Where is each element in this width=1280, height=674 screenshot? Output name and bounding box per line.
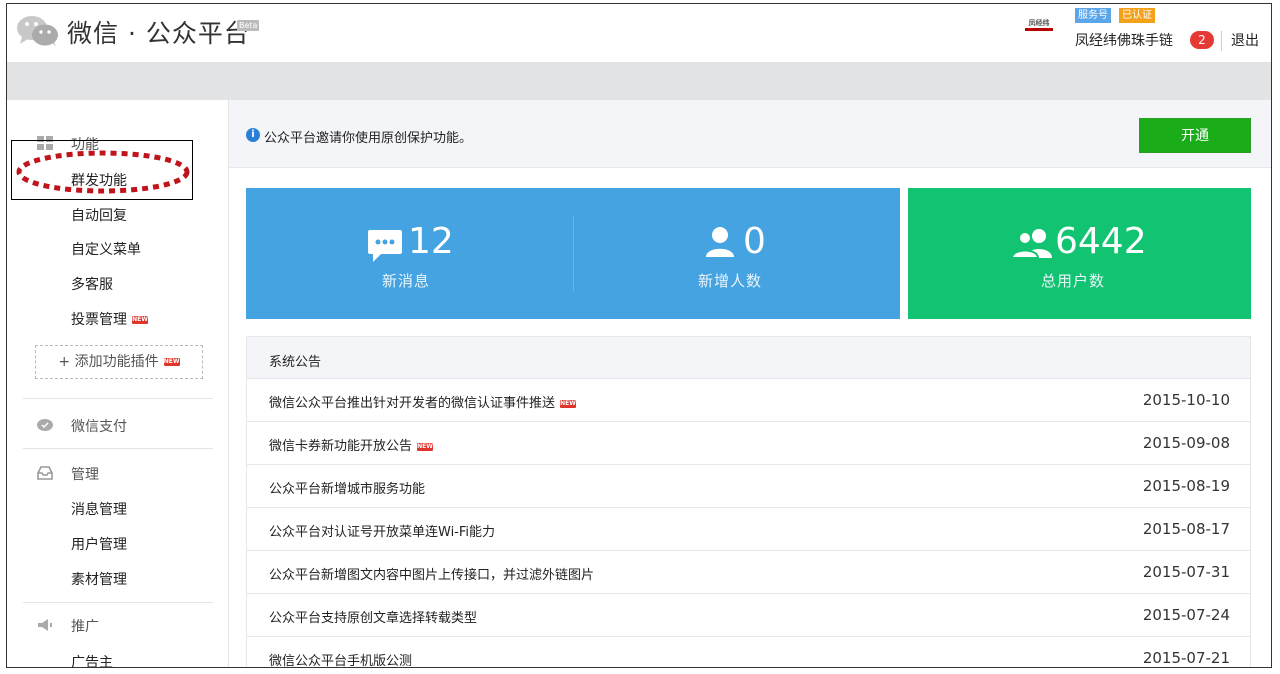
announcements-list: 微信公众平台推出针对开发者的微信认证事件推送 NEW 2015-10-10 微信卡券新… (247, 379, 1250, 667)
announcement-title[interactable]: 公众平台支持原创文章选择转载类型 (269, 607, 477, 626)
top-header: 微信 · 公众平台 Beta 凤经纬 服务号 已认证 凤经纬佛珠手链 2 退出 (7, 4, 1271, 62)
sidebar-item-users[interactable]: 用户管理 (71, 534, 127, 554)
stats-panel-green: 6442 总用户数 (908, 188, 1251, 319)
sidebar-divider (23, 398, 213, 399)
notification-count[interactable]: 2 (1190, 31, 1214, 49)
info-icon: i (246, 128, 260, 142)
announcement-row[interactable]: 公众平台新增图文内容中图片上传接口，并过滤外链图片 2015-07-31 (247, 551, 1250, 594)
wechat-logo-icon (17, 16, 58, 47)
app-window: 微信 · 公众平台 Beta 凤经纬 服务号 已认证 凤经纬佛珠手链 2 退出 … (6, 3, 1272, 668)
new-users-count[interactable]: 0 (743, 221, 766, 262)
announcement-row[interactable]: 公众平台新增城市服务功能 2015-08-19 (247, 465, 1250, 508)
logout-link[interactable]: 退出 (1231, 30, 1259, 50)
sidebar-item-auto-reply[interactable]: 自动回复 (71, 205, 127, 225)
announcement-row[interactable]: 公众平台对认证号开放菜单连Wi-Fi能力 2015-08-17 (247, 508, 1250, 551)
service-account-badge: 服务号 (1075, 8, 1111, 23)
announcement-title[interactable]: 公众平台新增图文内容中图片上传接口，并过滤外链图片 (269, 564, 594, 583)
user-icon (706, 227, 734, 257)
announcement-date: 2015-07-21 (1142, 649, 1230, 667)
users-group-icon (1012, 229, 1052, 258)
new-messages-count[interactable]: 12 (408, 221, 454, 262)
new-messages-label: 新消息 (382, 272, 431, 290)
gray-banner-bar (7, 62, 1271, 100)
verified-badge: 已认证 (1119, 8, 1155, 23)
new-users-label: 新增人数 (698, 272, 763, 290)
invite-banner: i 公众平台邀请你使用原创保护功能。 开通 (229, 100, 1271, 168)
chat-bubble-icon (37, 419, 53, 431)
announcement-date: 2015-08-19 (1142, 477, 1230, 495)
inbox-icon (37, 466, 53, 480)
account-logo: 凤经纬 (1025, 19, 1053, 31)
announcements-title: 系统公告 (247, 337, 1250, 379)
announcement-title[interactable]: 微信公众平台推出针对开发者的微信认证事件推送 NEW (269, 392, 577, 411)
announcements-panel: 系统公告 微信公众平台推出针对开发者的微信认证事件推送 NEW 2015-10-10… (246, 336, 1251, 667)
highlight-ellipse-annotation (16, 150, 190, 194)
sidebar-item-multi-service[interactable]: 多客服 (71, 274, 113, 294)
announcement-title[interactable]: 微信卡券新功能开放公告 NEW (269, 435, 434, 454)
sidebar-item-advertiser[interactable]: 广告主 (71, 652, 113, 667)
announcement-row[interactable]: 微信卡券新功能开放公告 NEW 2015-09-08 (247, 422, 1250, 465)
stats-divider (573, 216, 574, 291)
announcement-date: 2015-07-31 (1142, 563, 1230, 581)
announcement-row[interactable]: 微信公众平台手机版公测 2015-07-21 (247, 637, 1250, 667)
add-plugin-button[interactable]: + 添加功能插件 NEW (35, 345, 203, 379)
stats-panel-blue: 12 新消息 0 新增人数 (246, 188, 900, 319)
new-tag: NEW (560, 399, 577, 408)
sidebar-item-vote[interactable]: 投票管理 NEW (71, 309, 148, 329)
sidebar-item-custom-menu[interactable]: 自定义菜单 (71, 239, 141, 259)
new-tag: NEW (132, 316, 148, 324)
megaphone-icon (38, 619, 52, 631)
total-users-label: 总用户数 (1041, 272, 1106, 290)
sidebar-item-messages[interactable]: 消息管理 (71, 499, 127, 519)
account-name[interactable]: 凤经纬佛珠手链 (1075, 30, 1173, 50)
new-tag: NEW (163, 358, 180, 366)
message-icon (368, 230, 402, 262)
total-users-count[interactable]: 6442 (1055, 221, 1147, 262)
new-tag: NEW (417, 442, 434, 451)
header-divider (1221, 31, 1222, 51)
app-title[interactable]: 微信 · 公众平台 (67, 14, 250, 50)
enable-button[interactable]: 开通 (1139, 118, 1251, 153)
announcement-title[interactable]: 微信公众平台手机版公测 (269, 650, 412, 667)
sidebar-item-label: 投票管理 (71, 312, 127, 328)
announcement-date: 2015-10-10 (1142, 391, 1230, 409)
announcement-row[interactable]: 公众平台支持原创文章选择转载类型 2015-07-24 (247, 594, 1250, 637)
announcement-row[interactable]: 微信公众平台推出针对开发者的微信认证事件推送 NEW 2015-10-10 (247, 379, 1250, 422)
sidebar-divider (23, 448, 213, 449)
invite-text: 公众平台邀请你使用原创保护功能。 (264, 131, 473, 146)
announcement-date: 2015-08-17 (1142, 520, 1230, 538)
main-content: i 公众平台邀请你使用原创保护功能。 开通 12 新消息 0 新增人数 6442… (229, 100, 1271, 667)
sidebar-item-materials[interactable]: 素材管理 (71, 569, 127, 589)
announcement-title[interactable]: 公众平台对认证号开放菜单连Wi-Fi能力 (269, 521, 495, 540)
beta-badge: Beta (237, 20, 260, 31)
announcement-title[interactable]: 公众平台新增城市服务功能 (269, 478, 425, 497)
announcement-date: 2015-09-08 (1142, 434, 1230, 452)
announcement-date: 2015-07-24 (1142, 606, 1230, 624)
sidebar-divider (23, 602, 213, 603)
